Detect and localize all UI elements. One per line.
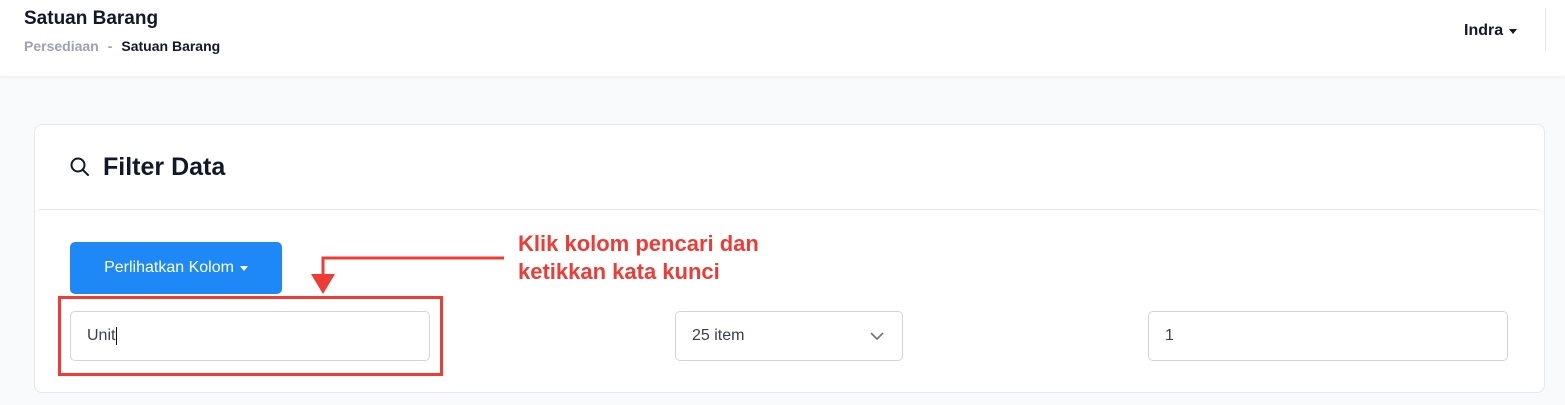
show-columns-label: Perlihatkan Kolom [104, 259, 234, 276]
page-number-input[interactable]: 1 [1148, 311, 1508, 361]
breadcrumb: Persediaan - Satuan Barang [24, 38, 220, 54]
caret-down-icon [239, 265, 248, 271]
chevron-down-icon [870, 332, 884, 340]
page-title: Satuan Barang [24, 8, 159, 29]
topbar-divider [1545, 8, 1546, 52]
caret-down-icon [1509, 28, 1518, 34]
annotation-line-1: Klik kolom pencari dan [518, 231, 759, 256]
top-bar: Satuan Barang Persediaan - Satuan Barang… [0, 0, 1565, 76]
filter-card-title: Filter Data [103, 152, 226, 181]
annotation-line-2: ketikkan kata kunci [518, 259, 720, 284]
user-menu[interactable]: Indra [1464, 22, 1518, 40]
annotation-highlight-box [58, 296, 443, 376]
show-columns-button[interactable]: Perlihatkan Kolom [70, 242, 282, 294]
annotation-text: Klik kolom pencari dan ketikkan kata kun… [518, 230, 759, 286]
page-number-value: 1 [1165, 327, 1174, 344]
breadcrumb-parent[interactable]: Persediaan [24, 38, 99, 54]
annotation-arrow-icon [311, 256, 504, 294]
user-name: Indra [1464, 22, 1504, 39]
per-page-value: 25 item [692, 327, 745, 344]
per-page-select[interactable]: 25 item [675, 311, 903, 361]
search-icon [70, 157, 89, 176]
breadcrumb-current: Satuan Barang [121, 38, 221, 54]
breadcrumb-separator: - [107, 38, 113, 54]
filter-card-header: Filter Data [35, 125, 1544, 209]
